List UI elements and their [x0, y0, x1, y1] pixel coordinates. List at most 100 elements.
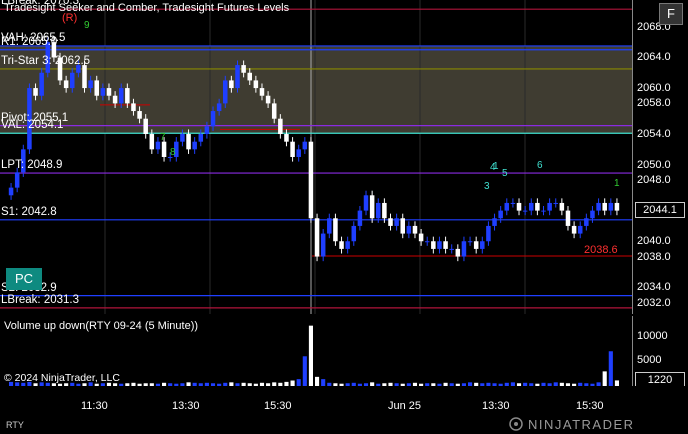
- time-axis[interactable]: 11:30 13:30 15:30 Jun 25 13:30 15:30 RTY…: [0, 386, 688, 434]
- level-label: LBreak: 2031.3: [1, 293, 80, 306]
- candle-body: [290, 141, 295, 157]
- candle-body: [339, 241, 344, 249]
- candle-body: [229, 80, 234, 89]
- candle-body: [198, 134, 204, 142]
- candle-body: [357, 210, 363, 226]
- candle-body: [112, 95, 118, 104]
- candle-body: [504, 202, 510, 211]
- volume-bar: [602, 371, 607, 386]
- candle-body: [143, 118, 148, 135]
- candle-body: [388, 218, 393, 226]
- candle-body: [443, 241, 448, 249]
- candle-body: [296, 149, 301, 157]
- candle-body: [614, 202, 620, 211]
- candle-body: [137, 111, 142, 119]
- candle-body: [437, 241, 442, 249]
- candle-body: [559, 202, 565, 211]
- volume-bar: [302, 356, 307, 386]
- candle-body: [125, 88, 130, 104]
- candle-body: [608, 202, 614, 211]
- candle-body: [351, 225, 357, 242]
- candle-body: [223, 80, 228, 104]
- level-label: R1: 2065.0: [1, 35, 58, 48]
- price-axis[interactable]: 2068.0 2064.0 2060.0 2058.0 2054.0 2050.0 2048…: [632, 0, 688, 314]
- volume-panel[interactable]: Volume up down(RTY 09-24 (5 Minute)) © 2…: [0, 316, 632, 386]
- candle-body: [186, 134, 191, 150]
- volume-bar: [608, 351, 613, 386]
- candle-body: [82, 65, 87, 89]
- volume-tick: 5000: [637, 354, 662, 366]
- volume-bar: [321, 379, 326, 386]
- candle-body: [63, 80, 69, 89]
- candle-body: [247, 72, 252, 81]
- level-label: S1: 2042.8: [1, 205, 57, 218]
- volume-bar: [315, 376, 320, 386]
- price-tick: 2060.0: [637, 82, 671, 95]
- copyright-text: © 2024 NinjaTrader, LLC: [4, 372, 120, 384]
- time-tick: 11:30: [81, 400, 108, 412]
- price-tick: 2040.0: [637, 235, 671, 248]
- signal-label: 9: [84, 19, 90, 31]
- candle-body: [149, 134, 155, 150]
- signal-label: 8: [170, 147, 176, 158]
- candle-body: [210, 111, 216, 127]
- candle-body: [406, 225, 412, 234]
- candle-body: [394, 218, 399, 226]
- brand-text: NINJATRADER: [528, 417, 635, 432]
- candle-body: [553, 202, 558, 204]
- volume-bar: [296, 379, 301, 386]
- candle-body: [118, 88, 124, 104]
- candle-body: [14, 172, 20, 188]
- candle-body: [492, 218, 497, 226]
- candle-body: [400, 218, 405, 234]
- candle-body: [271, 103, 277, 119]
- candle-body: [486, 225, 491, 242]
- price-tick: 2058.0: [637, 97, 671, 110]
- signal-label: 4: [490, 162, 496, 174]
- candle-body: [596, 202, 601, 211]
- volume-tick: 10000: [637, 330, 668, 342]
- pc-badge[interactable]: PC: [6, 268, 42, 290]
- price-panel[interactable]: Tradesight Seeker and Comber, Tradesight…: [0, 0, 632, 314]
- candle-body: [431, 241, 436, 249]
- candle-body: [39, 72, 44, 96]
- candle-body: [455, 248, 461, 257]
- candle-body: [461, 241, 467, 257]
- candle-body: [345, 241, 350, 249]
- candle-body: [131, 103, 136, 112]
- volume-bar: [308, 325, 313, 386]
- price-tick: 2050.0: [637, 158, 671, 171]
- signal-label: 5: [502, 167, 508, 179]
- candle-body: [94, 80, 99, 96]
- time-tick: 13:30: [482, 400, 510, 412]
- candle-body: [498, 210, 503, 219]
- candle-body: [278, 118, 283, 135]
- candle-body: [584, 218, 589, 226]
- candle-body: [333, 218, 338, 242]
- volume-title: Volume up down(RTY 09-24 (5 Minute)): [4, 320, 199, 332]
- symbol-label: RTY: [6, 420, 24, 430]
- signal-label: 1: [614, 177, 620, 189]
- ninjatrader-logo: NINJATRADER: [509, 417, 635, 432]
- volume-axis[interactable]: 10000 5000 1220: [632, 316, 688, 388]
- candle-body: [522, 210, 528, 212]
- candle-body: [565, 210, 571, 226]
- candle-body: [516, 202, 522, 211]
- f-button[interactable]: F: [659, 3, 683, 25]
- candle-body: [88, 80, 93, 89]
- candle-body: [259, 88, 265, 96]
- price-tick: 2034.0: [637, 281, 671, 294]
- candle-body: [204, 126, 210, 135]
- candle-body: [320, 233, 326, 257]
- candle-body: [382, 202, 387, 219]
- time-tick: 13:30: [172, 400, 200, 412]
- candle-body: [473, 241, 479, 249]
- candle-body: [424, 241, 430, 243]
- candle-body: [302, 141, 308, 150]
- price-tick: 2048.0: [637, 173, 671, 186]
- level-label: Tri-Star 3: 2062.5: [1, 54, 91, 67]
- time-tick: 15:30: [576, 400, 604, 412]
- chart-window: Tradesight Seeker and Comber, Tradesight…: [0, 0, 688, 434]
- red-level-label: (R): [62, 11, 78, 24]
- price-chart-svg[interactable]: [0, 0, 632, 314]
